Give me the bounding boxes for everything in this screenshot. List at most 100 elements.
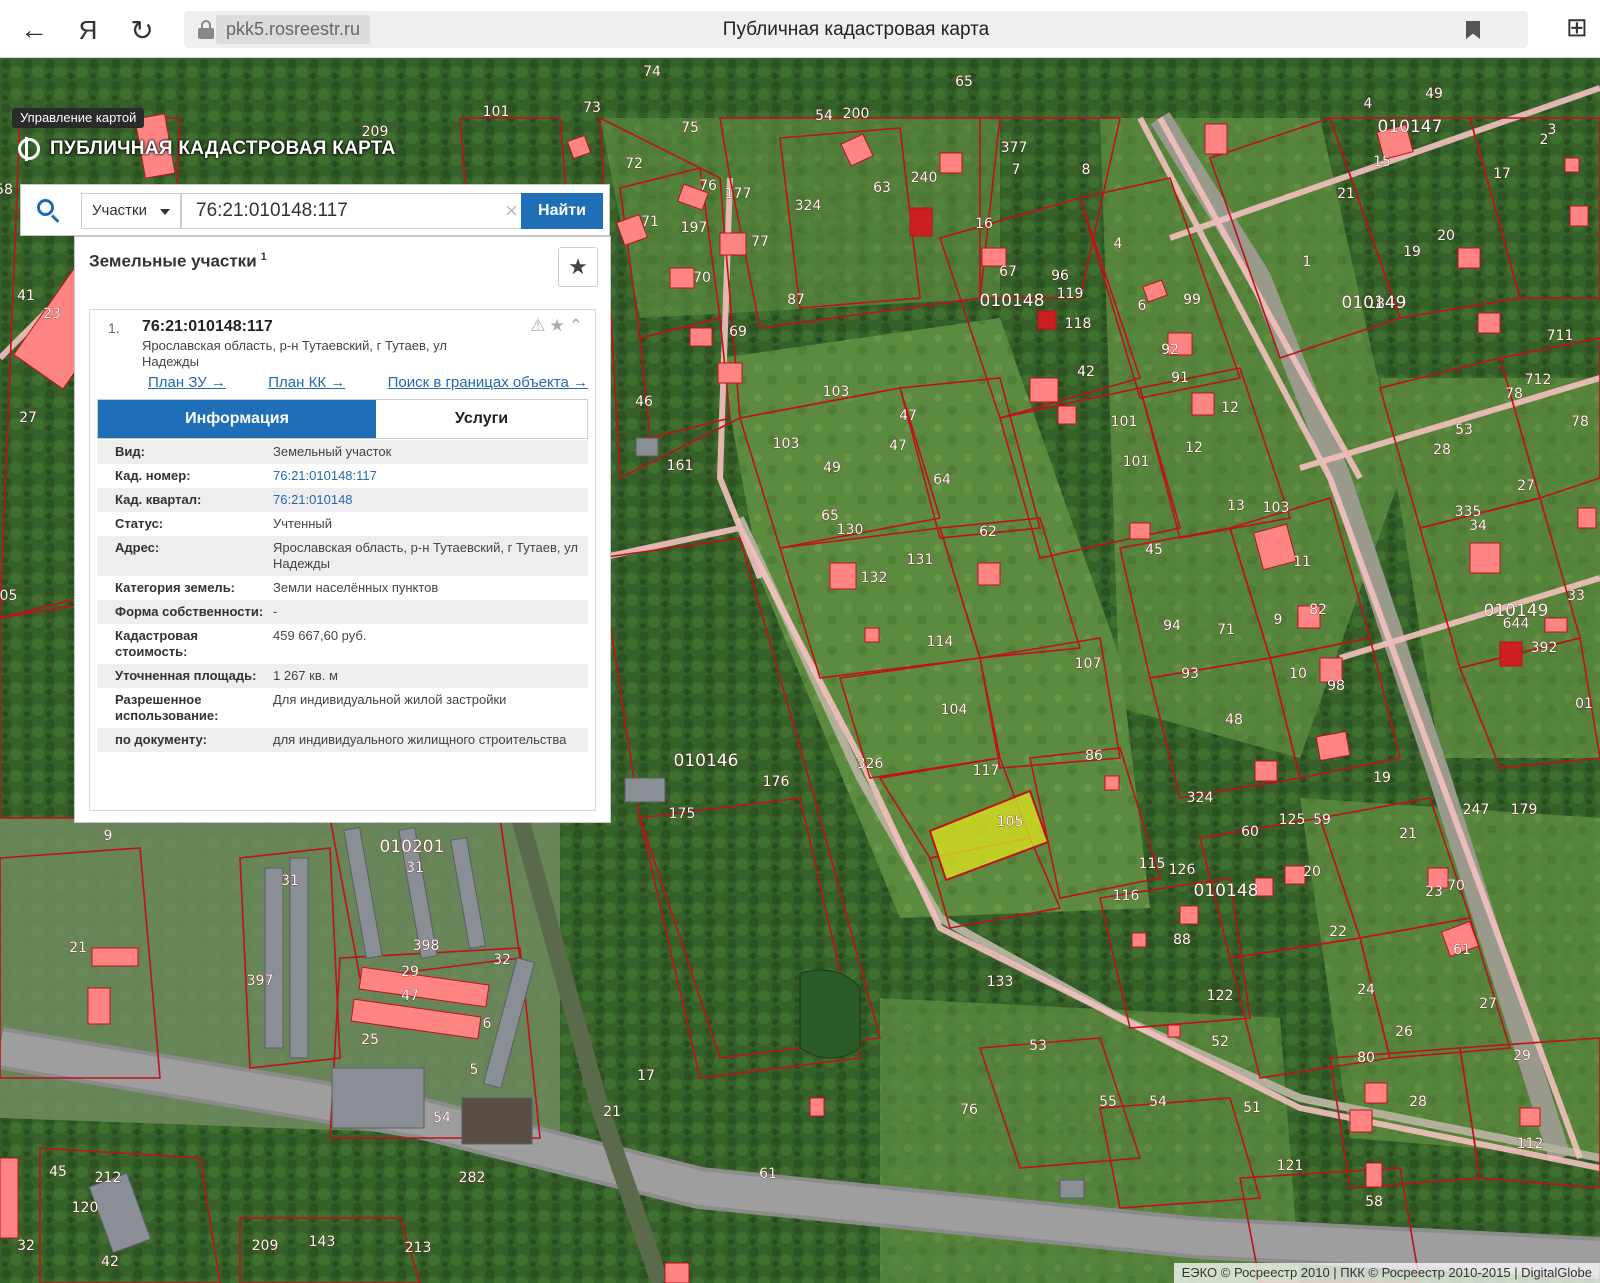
panel-heading-text: Земельные участки — [89, 251, 257, 271]
parcel-label: 103 — [823, 384, 850, 400]
search-in-bounds-link[interactable]: Поиск в границах объекта → — [388, 374, 588, 391]
back-arrow-icon[interactable]: ← — [14, 10, 54, 50]
parcel-label: 21 — [603, 1104, 621, 1120]
warning-icon[interactable]: ⚠ — [530, 316, 549, 335]
search-icon[interactable] — [35, 197, 63, 225]
parcel-label: 77 — [751, 234, 769, 250]
info-value[interactable]: 76:21:010148:117 — [273, 468, 588, 484]
parcel-label: 240 — [911, 170, 938, 186]
parcel-label: 213 — [405, 1240, 432, 1256]
parcel-label: 76 — [699, 178, 717, 194]
parcel-label: 28 — [1433, 442, 1451, 458]
map-title: ПУБЛИЧНАЯ КАДАСТРОВАЯ КАРТА — [18, 137, 396, 161]
info-row: Кадастровая стоимость: 459 667,60 руб. — [97, 624, 588, 664]
result-actions: ⚠★⌃ — [530, 316, 587, 336]
search-type-select[interactable]: Участки — [81, 193, 181, 229]
info-row: Кад. номер: 76:21:010148:117 — [97, 464, 588, 488]
parcel-label: 9 — [104, 828, 113, 844]
parcel-label: 131 — [907, 552, 934, 568]
parcel-label: 76 — [960, 1102, 978, 1118]
parcel-label: 17 — [1493, 166, 1511, 182]
parcel-label: 7 — [1012, 162, 1021, 178]
parcel-label: 54 — [433, 1110, 451, 1126]
parcel-label: 82 — [1309, 602, 1327, 618]
parcel-label: 47 — [889, 438, 907, 454]
parcel-label: 80 — [1357, 1050, 1375, 1066]
info-row: Форма собственности: - — [97, 600, 588, 624]
parcel-label: 54 — [1149, 1094, 1167, 1110]
parcel-label: 010148 — [1194, 881, 1259, 901]
parcel-label: 22 — [1329, 924, 1347, 940]
plan-zu-link[interactable]: План ЗУ → — [148, 374, 226, 391]
cadastral-map[interactable]: 74 73 65 54 200 75 72 76 177 71 197 63 240 324 77 70 87 6… — [0, 58, 1600, 1283]
info-value: Земельный участок — [273, 444, 392, 459]
address-bar[interactable]: pkk5.rosreestr.ru Публичная кадастровая … — [184, 11, 1528, 48]
parcel-label: 6 — [1138, 298, 1147, 314]
info-value[interactable]: 76:21:010148 — [273, 492, 588, 508]
info-key: по документу: — [115, 732, 207, 747]
result-cad-number[interactable]: 76:21:010148:117 — [142, 318, 273, 336]
parcel-label: 51 — [1243, 1100, 1261, 1116]
parcel-label: 19 — [1373, 770, 1391, 786]
parcel-label: 31 — [281, 873, 299, 889]
parcel-label: 122 — [1207, 988, 1234, 1004]
parcel-label: 377 — [1001, 140, 1028, 156]
search-button[interactable]: Найти — [521, 193, 603, 229]
search-query: 76:21:010148:117 — [196, 200, 348, 221]
parcel-label: 71 — [641, 214, 659, 230]
parcel-label: 126 — [1169, 862, 1196, 878]
parcel-label: 58 — [0, 182, 13, 198]
parcel-label: 75 — [681, 120, 699, 136]
parcel-label: 161 — [667, 458, 694, 474]
info-value: Земли населённых пунктов — [273, 580, 439, 595]
parcel-label: 70 — [693, 270, 711, 286]
tab-services[interactable]: Услуги — [376, 400, 587, 438]
info-value: Ярославская область, р-н Тутаевский, г Т… — [273, 540, 578, 571]
parcel-label: 27 — [1479, 996, 1497, 1012]
parcel-label: 282 — [459, 1170, 486, 1186]
parcel-label: 32 — [17, 1238, 35, 1254]
parcel-label: 63 — [873, 180, 891, 196]
reload-icon[interactable]: ↻ — [122, 10, 162, 50]
info-key: Уточненная площадь: — [115, 668, 257, 683]
parcel-label: 143 — [309, 1234, 336, 1250]
parcel-label: 53 — [1455, 422, 1473, 438]
parcel-label: 3 — [1548, 122, 1557, 138]
parcel-label: 112 — [1517, 1136, 1544, 1152]
parcel-label: 21 — [69, 940, 87, 956]
parcel-label: 9 — [1274, 612, 1283, 628]
star-icon[interactable]: ★ — [550, 316, 569, 335]
app-root: ← Я ↻ pkk5.rosreestr.ru Публичная кадаст… — [0, 0, 1600, 1283]
parcel-label: 62 — [979, 524, 997, 540]
parcel-label: 711 — [1547, 328, 1574, 344]
protect-icon[interactable]: ⊞ — [1566, 12, 1600, 46]
parcel-label: 73 — [583, 100, 601, 116]
favorite-button[interactable]: ★ — [558, 247, 598, 287]
parcel-label: 5 — [470, 1062, 479, 1078]
parcel-label: 125 — [1279, 812, 1306, 828]
parcel-label: 115 — [1139, 856, 1166, 872]
parcel-label: 4 — [1364, 96, 1373, 112]
clear-icon[interactable]: × — [505, 194, 518, 228]
result-panel: Земельные участки 1 ★ 1. 76:21:010148:117… — [74, 236, 611, 823]
info-key: Кадастровая стоимость: — [115, 628, 198, 659]
parcel-label: 64 — [933, 472, 951, 488]
search-input[interactable]: 76:21:010148:117 × — [181, 193, 529, 229]
parcel-label: 101 — [1123, 454, 1150, 470]
yandex-logo[interactable]: Я — [68, 10, 108, 50]
parcel-label: 104 — [941, 702, 968, 718]
parcel-label: 120 — [72, 1200, 99, 1216]
plan-kk-link[interactable]: План КК → — [268, 374, 345, 391]
parcel-label: 60 — [1241, 824, 1259, 840]
parcel-label: 326 — [857, 756, 884, 772]
info-row: Адрес: Ярославская область, р-н Тутаевски… — [97, 536, 588, 576]
parcel-label: 88 — [1173, 932, 1191, 948]
parcel-label: 67 — [999, 264, 1017, 280]
chevron-up-icon[interactable]: ⌃ — [569, 316, 587, 335]
info-table: Вид: Земельный участок Кад. номер: 76:21:01… — [97, 440, 588, 752]
info-value: для индивидуального жилищного строительс… — [273, 732, 567, 747]
parcel-label: 176 — [763, 774, 790, 790]
parcel-label: 200 — [843, 106, 870, 122]
tab-information[interactable]: Информация — [98, 400, 376, 438]
parcel-label: 26 — [1395, 1024, 1413, 1040]
